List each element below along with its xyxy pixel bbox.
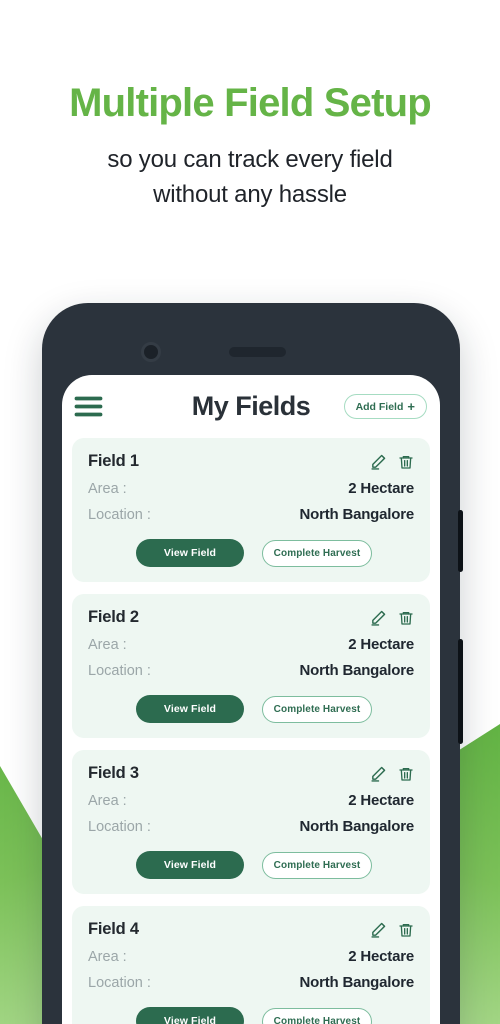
pencil-edit-icon[interactable]: [370, 453, 387, 470]
promo-text-block: Multiple Field Setup so you can track ev…: [0, 0, 500, 213]
complete-harvest-button[interactable]: Complete Harvest: [262, 1007, 372, 1024]
view-field-button[interactable]: View Field: [136, 851, 244, 879]
field-area-row: Area : 2 Hectare: [88, 792, 414, 809]
front-camera-icon: [141, 342, 161, 362]
field-area-row: Area : 2 Hectare: [88, 480, 414, 497]
phone-screen: My Fields Add Field + Field 1 Area: 2 H…: [62, 375, 440, 1024]
hamburger-bar-3: [75, 413, 102, 416]
phone-side-button-top[interactable]: [458, 510, 463, 572]
field-card-list: Field 1 Area : 2 Hectare Location: Nort…: [62, 438, 440, 1024]
complete-harvest-button[interactable]: Complete Harvest: [262, 851, 372, 879]
hamburger-bar-2: [75, 405, 102, 408]
promo-subheadline: so you can track every field without any…: [0, 143, 500, 213]
location-value: North Bangalore: [299, 662, 414, 679]
field-card[interactable]: Field 4 Area : 2 Hectare Location: Nort…: [72, 906, 430, 1024]
promo-subheadline-line2: without any hassle: [153, 180, 347, 208]
view-field-button[interactable]: View Field: [136, 695, 244, 723]
field-location-row: Location : North Bangalore: [88, 818, 414, 835]
view-field-button[interactable]: View Field: [136, 1007, 244, 1024]
field-card-actions: [370, 453, 414, 470]
location-label: Location :: [88, 975, 151, 991]
location-value: North Bangalore: [299, 974, 414, 991]
complete-harvest-button[interactable]: Complete Harvest: [262, 539, 372, 567]
add-field-button[interactable]: Add Field +: [343, 394, 427, 419]
area-label: Area :: [88, 793, 127, 809]
area-value: 2 Hectare: [348, 636, 414, 653]
field-card-header: Field 2: [88, 608, 414, 627]
area-value: 2 Hectare: [348, 480, 414, 497]
trash-delete-icon[interactable]: [398, 922, 414, 938]
field-card-buttons: View Field Complete Harvest: [88, 1007, 414, 1024]
area-label: Area :: [88, 637, 127, 653]
area-value: 2 Hectare: [348, 792, 414, 809]
field-card[interactable]: Field 3 Area : 2 Hectare Location: Nort…: [72, 750, 430, 894]
trash-delete-icon[interactable]: [398, 454, 414, 470]
field-area-row: Area : 2 Hectare: [88, 636, 414, 653]
field-card-buttons: View Field Complete Harvest: [88, 695, 414, 723]
field-card-header: Field 1: [88, 452, 414, 471]
trash-delete-icon[interactable]: [398, 610, 414, 626]
field-card-actions: [370, 765, 414, 782]
field-location-row: Location : North Bangalore: [88, 662, 414, 679]
complete-harvest-button[interactable]: Complete Harvest: [262, 695, 372, 723]
trash-delete-icon[interactable]: [398, 766, 414, 782]
field-name: Field 2: [88, 608, 139, 626]
field-location-row: Location : North Bangalore: [88, 974, 414, 991]
area-value: 2 Hectare: [348, 948, 414, 965]
field-card-buttons: View Field Complete Harvest: [88, 851, 414, 879]
pencil-edit-icon[interactable]: [370, 765, 387, 782]
view-field-button[interactable]: View Field: [136, 539, 244, 567]
field-location-row: Location : North Bangalore: [88, 506, 414, 523]
promo-subheadline-line1: so you can track every field: [107, 146, 393, 174]
hamburger-menu-icon[interactable]: [75, 397, 102, 416]
add-field-button-label: Add Field: [355, 400, 404, 413]
field-card-header: Field 3: [88, 764, 414, 783]
promo-headline: Multiple Field Setup: [69, 81, 432, 125]
location-label: Location :: [88, 819, 151, 835]
field-card-header: Field 4: [88, 920, 414, 939]
field-name: Field 4: [88, 920, 139, 938]
field-card-actions: [370, 921, 414, 938]
app-header: My Fields Add Field +: [62, 375, 440, 438]
field-card[interactable]: Field 2 Area : 2 Hectare Location: Nort…: [72, 594, 430, 738]
earpiece-speaker: [229, 347, 286, 357]
pencil-edit-icon[interactable]: [370, 921, 387, 938]
location-value: North Bangalore: [299, 818, 414, 835]
field-name: Field 1: [88, 452, 139, 470]
promo-screenshot: Multiple Field Setup so you can track ev…: [0, 0, 500, 1024]
field-card[interactable]: Field 1 Area : 2 Hectare Location: Nort…: [72, 438, 430, 582]
location-label: Location :: [88, 663, 151, 679]
field-card-actions: [370, 609, 414, 626]
field-area-row: Area : 2 Hectare: [88, 948, 414, 965]
field-name: Field 3: [88, 764, 139, 782]
location-value: North Bangalore: [299, 506, 414, 523]
plus-icon: +: [407, 399, 415, 414]
phone-side-button-bottom[interactable]: [458, 639, 463, 744]
area-label: Area :: [88, 949, 127, 965]
phone-mockup: My Fields Add Field + Field 1 Area: 2 H…: [42, 303, 463, 1024]
field-card-buttons: View Field Complete Harvest: [88, 539, 414, 567]
pencil-edit-icon[interactable]: [370, 609, 387, 626]
location-label: Location :: [88, 507, 151, 523]
area-label: Area :: [88, 481, 127, 497]
hamburger-bar-1: [75, 397, 102, 400]
